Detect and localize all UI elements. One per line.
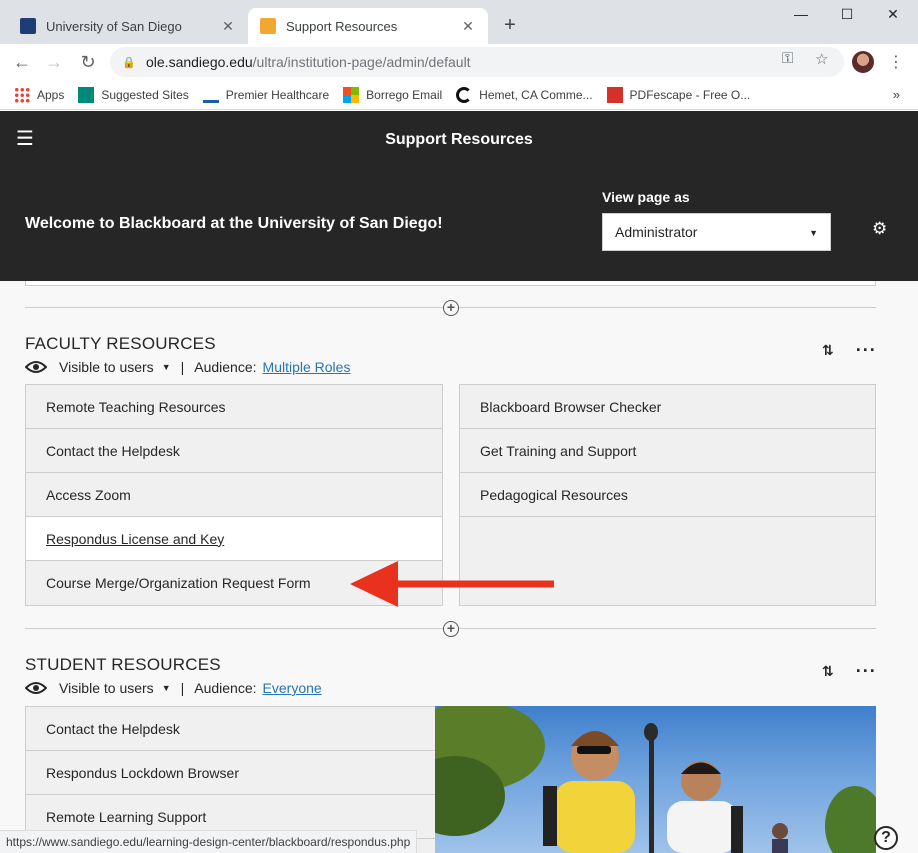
student-section-actions: ⇅ ··· <box>822 661 877 682</box>
back-button[interactable]: ← <box>10 50 34 74</box>
bookmark-pdfescape[interactable]: PDFescape - Free O... <box>606 86 751 103</box>
eye-icon <box>25 682 47 694</box>
faculty-section-actions: ⇅ ··· <box>822 340 877 361</box>
list-item[interactable]: Contact the Helpdesk <box>26 429 442 473</box>
lock-icon: 🔒 <box>122 56 136 69</box>
bookmark-borrego-email[interactable]: Borrego Email <box>343 86 443 103</box>
c-logo-icon <box>456 86 473 103</box>
phm-icon <box>202 87 219 103</box>
list-item[interactable]: Get Training and Support <box>460 429 875 473</box>
bookmark-label: Premier Healthcare <box>225 87 330 102</box>
welcome-banner: Welcome to Blackboard at the University … <box>0 169 918 281</box>
more-options-icon[interactable]: ··· <box>856 661 877 682</box>
browser-menu-icon[interactable]: ⋮ <box>888 52 904 72</box>
bookmark-label: Borrego Email <box>366 87 443 102</box>
audience-link[interactable]: Multiple Roles <box>263 359 351 375</box>
browser-toolbar: ← → ↻ 🔒 ole.sandiego.edu /ultra/institut… <box>0 44 918 80</box>
forward-button[interactable]: → <box>42 50 66 74</box>
list-item[interactable]: Blackboard Browser Checker <box>460 385 875 429</box>
list-item[interactable]: Remote Teaching Resources <box>26 385 442 429</box>
caret-down-icon[interactable]: ▼ <box>162 683 171 693</box>
list-item[interactable]: Respondus Lockdown Browser <box>26 751 435 795</box>
url-host: ole.sandiego.edu <box>146 54 253 70</box>
red-arrow-annotation <box>350 561 554 607</box>
minimize-button[interactable]: — <box>778 6 824 26</box>
bookmark-label: Hemet, CA Comme... <box>479 87 593 102</box>
students-photo <box>435 706 876 853</box>
maximize-button[interactable]: ☐ <box>824 6 870 26</box>
page-content: ☰ Support Resources Welcome to Blackboar… <box>0 111 918 853</box>
bookmark-premier-healthcare[interactable]: Premier Healthcare <box>202 87 330 103</box>
reload-button[interactable]: ↻ <box>76 50 100 74</box>
pdf-icon <box>606 86 623 103</box>
list-item[interactable]: Contact the Helpdesk <box>26 707 435 751</box>
list-item[interactable]: Respondus License and Key <box>26 517 442 561</box>
caret-down-icon: ▼ <box>809 228 818 238</box>
add-module-icon[interactable]: + <box>443 300 459 316</box>
apps-grid-icon <box>14 86 30 103</box>
view-page-as-label: View page as <box>602 189 690 205</box>
audience-label: Audience: <box>194 680 257 696</box>
bookmarks-bar: Apps Suggested Sites Premier Healthcare … <box>0 80 918 110</box>
list-item[interactable]: Access Zoom <box>26 473 442 517</box>
reorder-icon[interactable]: ⇅ <box>822 342 834 359</box>
bookmark-star-icon[interactable]: ☆ <box>815 50 828 68</box>
bookmark-label: Suggested Sites <box>101 87 189 102</box>
caret-down-icon[interactable]: ▼ <box>162 362 171 372</box>
audience-link[interactable]: Everyone <box>263 680 322 696</box>
view-page-as-select[interactable]: Administrator ▼ <box>602 213 831 251</box>
bookmark-label: Apps <box>37 87 65 102</box>
student-section-title: STUDENT RESOURCES <box>25 655 221 674</box>
bookmark-suggested-sites[interactable]: Suggested Sites <box>78 86 189 103</box>
address-bar[interactable]: 🔒 ole.sandiego.edu /ultra/institution-pa… <box>110 47 844 77</box>
usd-favicon-icon <box>20 18 36 34</box>
more-options-icon[interactable]: ··· <box>856 340 877 361</box>
help-icon[interactable]: ? <box>874 826 898 850</box>
reorder-icon[interactable]: ⇅ <box>822 663 834 680</box>
bing-icon <box>78 86 95 103</box>
faculty-section-title: FACULTY RESOURCES <box>25 334 216 353</box>
add-module-icon[interactable]: + <box>443 621 459 637</box>
tab-title: Support Resources <box>286 18 398 34</box>
status-bar-url: https://www.sandiego.edu/learning-design… <box>0 830 418 853</box>
audience-label: Audience: <box>194 359 257 375</box>
previous-module-bottom <box>25 281 876 286</box>
list-item[interactable]: Pedagogical Resources <box>460 473 875 517</box>
eye-icon <box>25 361 47 373</box>
key-icon[interactable]: ⚿ <box>782 50 793 67</box>
students-photo-illustration <box>435 706 876 853</box>
welcome-text: Welcome to Blackboard at the University … <box>25 215 443 232</box>
bookmark-label: PDFescape - Free O... <box>629 87 751 102</box>
visibility-dropdown[interactable]: Visible to users <box>59 359 154 375</box>
microsoft-icon <box>343 86 360 103</box>
separator: | <box>180 359 185 375</box>
tab-close-icon[interactable]: ✕ <box>460 18 476 35</box>
empty-row <box>460 517 875 561</box>
blackboard-favicon-icon <box>260 18 276 34</box>
tab-close-icon[interactable]: ✕ <box>220 18 236 35</box>
bookmarks-more-button[interactable]: » <box>893 87 900 102</box>
visibility-dropdown[interactable]: Visible to users <box>59 680 154 696</box>
tab-support-resources[interactable]: Support Resources ✕ <box>248 8 488 44</box>
url-path: /ultra/institution-page/admin/default <box>252 54 471 70</box>
browser-tab-strip: University of San Diego ✕ Support Resour… <box>0 0 918 44</box>
faculty-section-meta: Visible to users ▼ | Audience: Multiple … <box>25 359 350 375</box>
bookmark-apps[interactable]: Apps <box>14 86 65 103</box>
tab-university-of-san-diego[interactable]: University of San Diego ✕ <box>8 8 248 44</box>
student-section-meta: Visible to users ▼ | Audience: Everyone <box>25 680 322 696</box>
view-page-as-value: Administrator <box>615 224 698 240</box>
page-title: Support Resources <box>385 131 533 148</box>
separator: | <box>180 680 185 696</box>
page-header: ☰ Support Resources <box>0 111 918 169</box>
close-window-button[interactable]: ✕ <box>870 6 916 26</box>
new-tab-button[interactable]: + <box>498 14 522 37</box>
profile-avatar[interactable] <box>852 51 874 73</box>
gear-icon[interactable]: ⚙ <box>872 219 887 239</box>
tab-title: University of San Diego <box>46 18 182 34</box>
bookmark-hemet[interactable]: Hemet, CA Comme... <box>456 86 593 103</box>
